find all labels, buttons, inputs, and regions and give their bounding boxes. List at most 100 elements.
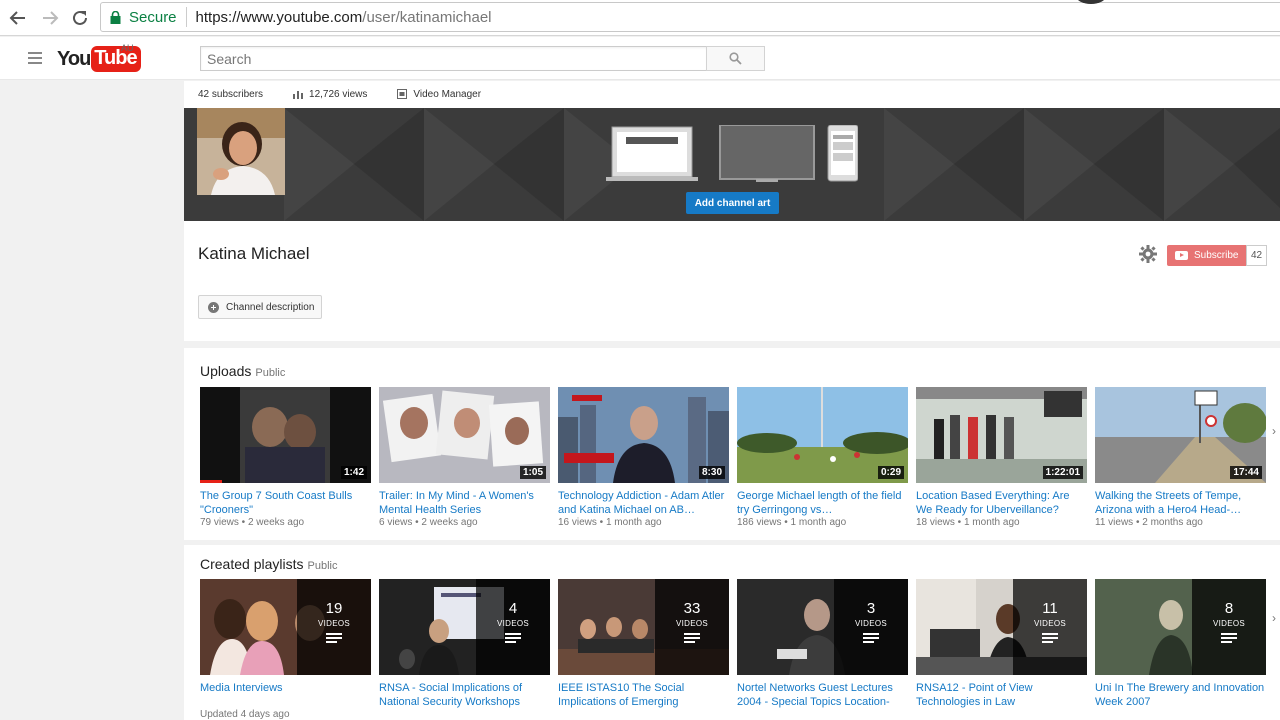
channel-description-button[interactable]: Channel description [198, 295, 322, 319]
playlist-thumbnail[interactable]: 3 VIDEOS [737, 579, 908, 675]
video-title[interactable]: The Group 7 South Coast Bulls "Crooners" [200, 489, 371, 517]
youtube-play-icon [1175, 251, 1188, 260]
search-button[interactable] [706, 46, 765, 71]
video-age: 2 months ago [1142, 517, 1203, 528]
secure-indicator[interactable]: Secure [101, 9, 177, 26]
guide-menu-button[interactable] [28, 52, 42, 64]
playlists-heading[interactable]: Created playlists Public [200, 556, 337, 572]
reload-icon [73, 10, 87, 25]
video-title[interactable]: Walking the Streets of Tempe, Arizona wi… [1095, 489, 1266, 517]
video-views: 11 views [1095, 517, 1134, 528]
video-thumbnail[interactable]: 1:42 [200, 387, 371, 483]
url-path: /user/katinamichael [362, 8, 492, 26]
channel-header: 42 subscribers 12,726 views Video Manage… [184, 81, 1280, 341]
playlist-title[interactable]: Uni In The Brewery and Innovation Week 2… [1095, 681, 1266, 709]
video-duration: 0:29 [877, 466, 904, 479]
playlist-card[interactable]: 19 VIDEOS Media Interviews Updated 4 day… [200, 579, 371, 720]
address-bar[interactable]: Secure https://www.youtube.com/user/kati… [100, 2, 1280, 32]
uploads-heading[interactable]: Uploads Public [200, 363, 285, 379]
playlist-icon [505, 633, 521, 645]
video-thumbnail[interactable]: 0:29 [737, 387, 908, 483]
devices-illustration [606, 125, 858, 182]
playlist-thumbnail[interactable]: 4 VIDEOS [379, 579, 550, 675]
playlist-title[interactable]: Media Interviews [200, 681, 371, 709]
video-views: 18 views [916, 517, 955, 528]
reload-button[interactable] [68, 6, 92, 30]
video-duration: 1:42 [340, 466, 367, 479]
playlist-card[interactable]: 33 VIDEOS IEEE ISTAS10 The Social Implic… [558, 579, 729, 720]
video-thumbnail[interactable]: 8:30 [558, 387, 729, 483]
video-thumbnail[interactable]: 17:44 [1095, 387, 1266, 483]
video-meta: 18 views • 1 month ago [916, 517, 1020, 528]
video-age: 2 weeks ago [247, 517, 305, 528]
playlist-card[interactable]: 11 VIDEOS RNSA12 - Point of View Technol… [916, 579, 1087, 720]
playlist-icon [863, 633, 879, 645]
uploads-heading-text: Uploads [200, 363, 252, 379]
video-title[interactable]: Trailer: In My Mind - A Women's Mental H… [379, 489, 550, 517]
playlist-title[interactable]: RNSA12 - Point of View Technologies in L… [916, 681, 1087, 709]
video-card[interactable]: 17:44 Walking the Streets of Tempe, Ariz… [1095, 387, 1266, 528]
playlist-thumbnail[interactable]: 8 VIDEOS [1095, 579, 1266, 675]
left-guide-area [0, 81, 184, 720]
uploads-shelf: Uploads Public 1:42 The Group 7 South Coa… [184, 348, 1280, 540]
video-title[interactable]: Location Based Everything: Are We Ready … [916, 489, 1087, 517]
url-host: https://www.youtube.com [195, 8, 363, 26]
video-card[interactable]: 1:22:01 Location Based Everything: Are W… [916, 387, 1087, 528]
playlist-card[interactable]: 3 VIDEOS Nortel Networks Guest Lectures … [737, 579, 908, 720]
search-input[interactable] [200, 46, 707, 71]
video-age: 1 month ago [605, 517, 662, 528]
video-duration: 17:44 [1230, 466, 1262, 479]
playlist-updated: Updated 4 days ago [200, 709, 290, 720]
views-stat[interactable]: 12,726 views [293, 89, 367, 100]
playlist-title[interactable]: RNSA - Social Implications of National S… [379, 681, 550, 709]
video-meta: 6 views • 2 weeks ago [379, 517, 478, 528]
playlist-title[interactable]: IEEE ISTAS10 The Social Implications of … [558, 681, 729, 709]
playlist-count-overlay: 4 VIDEOS [476, 579, 550, 675]
video-meta: 16 views • 1 month ago [558, 517, 662, 528]
playlist-count-overlay: 33 VIDEOS [655, 579, 729, 675]
playlist-videos-label: VIDEOS [1212, 619, 1246, 628]
video-age: 1 month ago [790, 517, 847, 528]
playlist-thumbnail[interactable]: 11 VIDEOS [916, 579, 1087, 675]
playlist-thumbnail[interactable]: 19 VIDEOS [200, 579, 371, 675]
playlist-count-overlay: 8 VIDEOS [1192, 579, 1266, 675]
playlist-title[interactable]: Nortel Networks Guest Lectures 2004 - Sp… [737, 681, 908, 709]
video-manager-link[interactable]: Video Manager [397, 89, 481, 100]
subscriber-stat[interactable]: 42 subscribers [198, 89, 263, 100]
youtube-logo[interactable]: You Tube AU [57, 43, 141, 73]
channel-title: Katina Michael [198, 244, 310, 263]
playlist-card[interactable]: 4 VIDEOS RNSA - Social Implications of N… [379, 579, 550, 720]
playlist-thumbnail[interactable]: 33 VIDEOS [558, 579, 729, 675]
video-thumbnail[interactable]: 1:05 [379, 387, 550, 483]
video-card[interactable]: 1:05 Trailer: In My Mind - A Women's Men… [379, 387, 550, 528]
browser-toolbar: Secure https://www.youtube.com/user/kati… [0, 0, 1280, 36]
video-title[interactable]: Technology Addiction - Adam Atler and Ka… [558, 489, 729, 517]
add-channel-art-button[interactable]: Add channel art [686, 192, 779, 214]
playlist-icon [684, 633, 700, 645]
video-age: 2 weeks ago [421, 517, 478, 528]
video-card[interactable]: 1:42 The Group 7 South Coast Bulls "Croo… [200, 387, 371, 528]
video-card[interactable]: 0:29 George Michael length of the field … [737, 387, 908, 528]
video-card[interactable]: 8:30 Technology Addiction - Adam Atler a… [558, 387, 729, 528]
back-button[interactable] [6, 6, 30, 30]
forward-button[interactable] [38, 6, 62, 30]
playlist-count: 4 [508, 600, 518, 617]
subscribe-button[interactable]: Subscribe [1167, 245, 1246, 266]
playlist-videos-label: VIDEOS [496, 619, 530, 628]
playlists-list: 19 VIDEOS Media Interviews Updated 4 day… [200, 579, 1274, 720]
avatar-photo [197, 108, 285, 195]
playlist-card[interactable]: 8 VIDEOS Uni In The Brewery and Innovati… [1095, 579, 1266, 720]
gear-icon[interactable] [1139, 245, 1157, 263]
playlist-videos-label: VIDEOS [854, 619, 888, 628]
channel-avatar[interactable] [197, 108, 285, 195]
chevron-right-icon[interactable]: › [1272, 611, 1276, 625]
video-title[interactable]: George Michael length of the field try G… [737, 489, 908, 517]
url-divider [185, 7, 187, 27]
chevron-right-icon[interactable]: › [1272, 424, 1276, 438]
playlist-icon [1042, 633, 1058, 645]
video-age: 1 month ago [963, 517, 1020, 528]
video-thumbnail[interactable]: 1:22:01 [916, 387, 1087, 483]
video-views: 6 views [379, 517, 413, 528]
plus-circle-icon [208, 301, 219, 313]
video-meta: 79 views • 2 weeks ago [200, 517, 305, 528]
